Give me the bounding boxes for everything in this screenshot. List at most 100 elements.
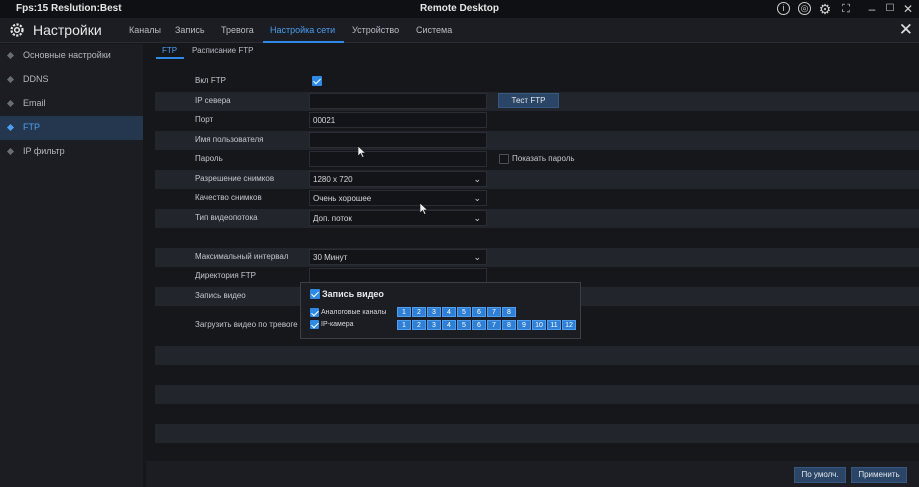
- row-username: Имя пользователя: [155, 131, 919, 150]
- tab-device[interactable]: Устройство: [352, 25, 399, 35]
- username-label: Имя пользователя: [195, 135, 264, 144]
- ip-channel-button[interactable]: 9: [517, 320, 531, 330]
- ip-camera-checkbox[interactable]: [310, 320, 319, 329]
- ip-channel-button[interactable]: 5: [457, 320, 471, 330]
- diamond-icon: [6, 99, 15, 108]
- quality-select[interactable]: Очень хорошее ⌄: [309, 190, 487, 206]
- ip-channel-button[interactable]: 3: [427, 320, 441, 330]
- stream-type-value: Доп. поток: [313, 214, 352, 223]
- row-password: Пароль Показать пароль: [155, 150, 919, 169]
- analog-channel-button[interactable]: 3: [427, 307, 441, 317]
- chevron-down-icon: ⌄: [473, 174, 481, 184]
- chevron-down-icon: ⌄: [473, 252, 481, 262]
- analog-channel-button[interactable]: 2: [412, 307, 426, 317]
- record-icon[interactable]: ◎: [798, 2, 811, 15]
- ip-channel-button[interactable]: 4: [442, 320, 456, 330]
- row-empty: [155, 443, 919, 462]
- tab-system[interactable]: Система: [416, 25, 452, 35]
- sidebar-item-label: Основные настройки: [23, 50, 111, 60]
- sidebar-item-label: Email: [23, 98, 46, 108]
- ip-channel-button[interactable]: 6: [472, 320, 486, 330]
- quality-label: Качество снимков: [195, 193, 262, 202]
- mouse-cursor-icon: [420, 203, 428, 215]
- resolution-value: 1280 x 720: [313, 175, 353, 184]
- info-icon[interactable]: i: [777, 2, 790, 15]
- settings-gear-icon: [10, 23, 24, 37]
- mouse-cursor-icon: [358, 146, 366, 158]
- show-password-checkbox[interactable]: [499, 154, 509, 164]
- test-ftp-button[interactable]: Тест FTP: [498, 93, 559, 108]
- ip-server-input[interactable]: [309, 93, 487, 109]
- analog-channel-button[interactable]: 4: [442, 307, 456, 317]
- ip-channel-button[interactable]: 1: [397, 320, 411, 330]
- tab-channels[interactable]: Каналы: [129, 25, 161, 35]
- ip-channel-button[interactable]: 11: [547, 320, 561, 330]
- default-button[interactable]: По умолч.: [794, 467, 846, 483]
- analog-channel-button[interactable]: 6: [472, 307, 486, 317]
- max-interval-label: Максимальный интервал: [195, 252, 289, 261]
- diamond-icon: [6, 123, 15, 132]
- show-password-label: Показать пароль: [512, 154, 575, 163]
- row-stream-type: Тип видеопотока Доп. поток ⌄: [155, 209, 919, 228]
- stream-type-label: Тип видеопотока: [195, 213, 258, 222]
- tab-record[interactable]: Запись: [175, 25, 205, 35]
- ip-channel-button[interactable]: 8: [502, 320, 516, 330]
- sidebar-item-email[interactable]: Email: [0, 92, 143, 116]
- active-subtab-indicator: [156, 57, 184, 59]
- max-interval-select[interactable]: 30 Минут ⌄: [309, 249, 487, 265]
- ftp-directory-label: Директория FTP: [195, 271, 256, 280]
- maximize-icon[interactable]: ☐: [882, 1, 898, 17]
- record-video-all-checkbox[interactable]: [310, 289, 320, 299]
- chevron-down-icon: ⌄: [473, 213, 481, 223]
- analog-channel-button[interactable]: 1: [397, 307, 411, 317]
- sidebar-item-label: DDNS: [23, 74, 49, 84]
- ip-channel-button[interactable]: 12: [562, 320, 576, 330]
- row-empty: [155, 385, 919, 404]
- enable-ftp-checkbox[interactable]: [312, 76, 322, 86]
- subtab-ftp[interactable]: FTP: [162, 46, 177, 55]
- enable-ftp-label: Вкл FTP: [195, 76, 226, 85]
- analog-channel-button[interactable]: 8: [502, 307, 516, 317]
- row-empty: [155, 424, 919, 443]
- resolution-label: Разрешение снимков: [195, 174, 275, 183]
- row-quality: Качество снимков Очень хорошее ⌄: [155, 189, 919, 208]
- tab-alarm[interactable]: Тревога: [221, 25, 254, 35]
- sidebar-item-ddns[interactable]: DDNS: [0, 68, 143, 92]
- analog-channel-button[interactable]: 5: [457, 307, 471, 317]
- username-input[interactable]: [309, 132, 487, 148]
- row-empty: [155, 404, 919, 423]
- sidebar-item-label: IP фильтр: [23, 146, 65, 156]
- row-enable-ftp: Вкл FTP: [155, 72, 919, 91]
- apply-button[interactable]: Применить: [851, 467, 907, 483]
- settings-gear-icon[interactable]: ⚙: [817, 1, 833, 17]
- tab-network[interactable]: Настройка сети: [270, 25, 335, 35]
- port-input[interactable]: 00021: [309, 112, 487, 128]
- sidebar-item-general[interactable]: Основные настройки: [0, 44, 143, 68]
- ip-channel-button[interactable]: 7: [487, 320, 501, 330]
- settings-sidebar: Основные настройки DDNS Email FTP IP фил…: [0, 44, 143, 487]
- main-menubar: Настройки Каналы Запись Тревога Настройк…: [0, 18, 919, 43]
- analog-channel-button[interactable]: 7: [487, 307, 501, 317]
- close-settings-icon[interactable]: ✕: [899, 20, 913, 40]
- ip-server-label: IP севера: [195, 96, 231, 105]
- ftp-settings-panel: FTP Расписание FTP Вкл FTP IP севера Тес…: [146, 44, 919, 487]
- password-input[interactable]: [309, 151, 487, 167]
- ip-channel-button[interactable]: 10: [532, 320, 546, 330]
- row-max-interval: Максимальный интервал 30 Минут ⌄: [155, 248, 919, 267]
- app-title: Настройки: [33, 22, 102, 38]
- minimize-icon[interactable]: –: [864, 1, 880, 17]
- footer-bar: По умолч. Применить: [146, 461, 919, 487]
- fullscreen-icon[interactable]: ⛶: [838, 1, 854, 17]
- sidebar-item-label: FTP: [23, 122, 40, 132]
- stream-type-select[interactable]: Доп. поток ⌄: [309, 210, 487, 226]
- sidebar-item-ip-filter[interactable]: IP фильтр: [0, 140, 143, 164]
- analog-channels-checkbox[interactable]: [310, 308, 319, 317]
- close-icon[interactable]: ✕: [900, 1, 916, 17]
- max-interval-value: 30 Минут: [313, 253, 348, 262]
- sidebar-item-ftp[interactable]: FTP: [0, 116, 143, 140]
- resolution-select[interactable]: 1280 x 720 ⌄: [309, 171, 487, 187]
- subtab-ftp-schedule[interactable]: Расписание FTP: [192, 46, 253, 55]
- window-titlebar: Fps:15 Reslution:Best Remote Desktop i ◎…: [0, 0, 919, 18]
- row-empty: [155, 365, 919, 384]
- ip-channel-button[interactable]: 2: [412, 320, 426, 330]
